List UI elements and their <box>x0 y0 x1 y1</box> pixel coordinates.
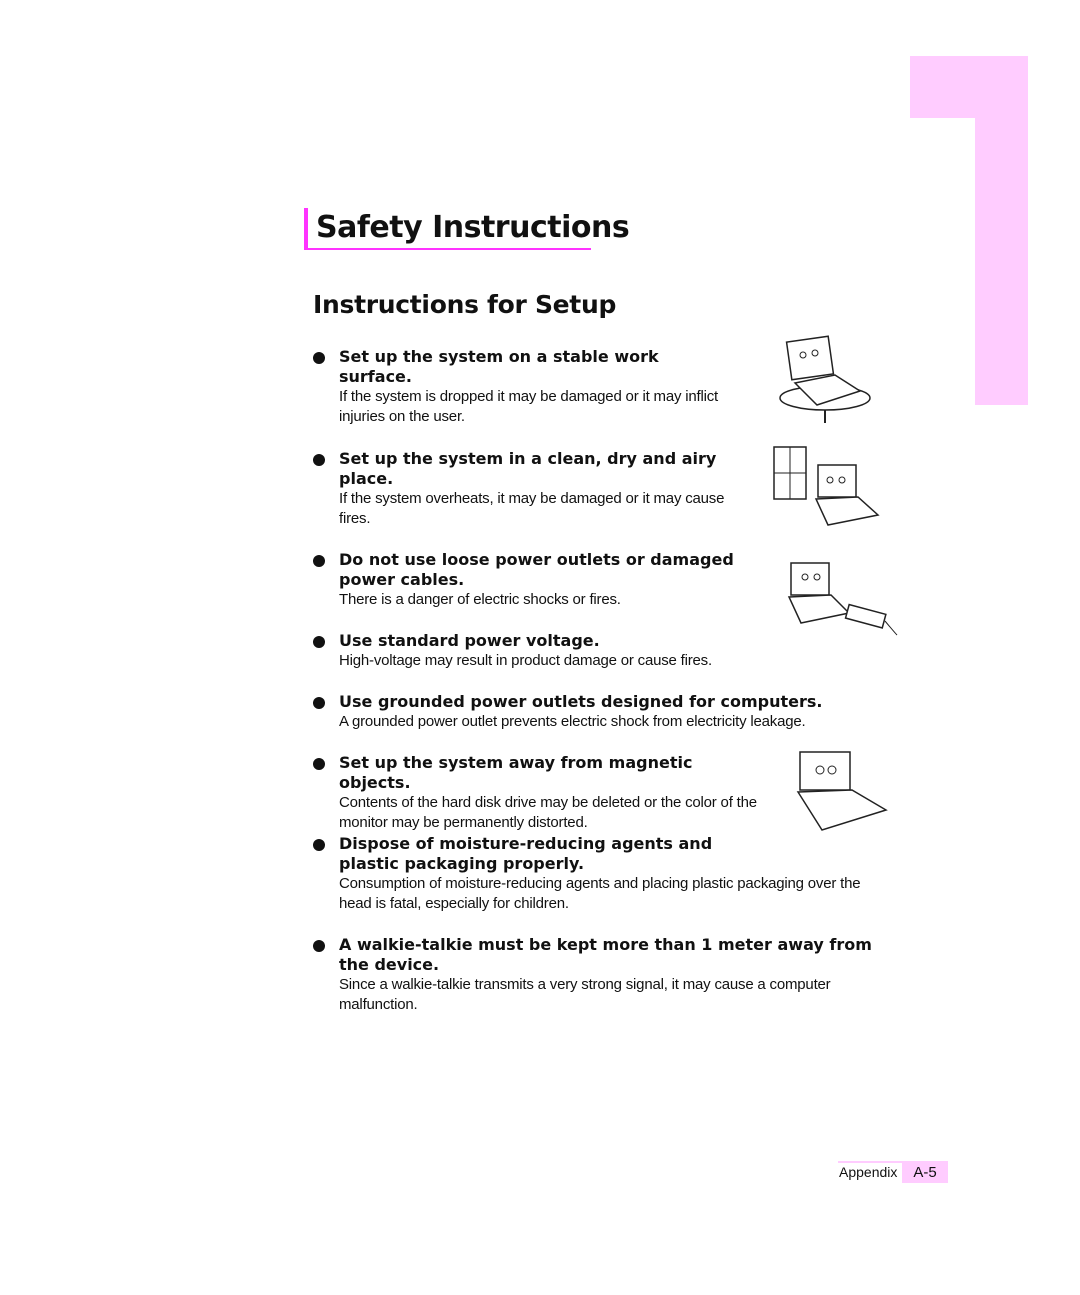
bullet-icon <box>313 839 325 851</box>
footer-section: Appendix <box>839 1164 898 1180</box>
instruction-item: Set up the system on a stable work surfa… <box>313 347 733 427</box>
laptop-magnet-icon <box>796 751 888 831</box>
bullet-icon <box>313 454 325 466</box>
page-title: Safety Instructions <box>304 208 630 250</box>
bullet-icon <box>313 758 325 770</box>
laptop-power-strip-icon <box>787 562 898 636</box>
instruction-item: Use standard power voltage. High-voltage… <box>313 631 813 671</box>
bullet-icon <box>313 352 325 364</box>
laptop-window-icon <box>773 446 880 526</box>
page-number: A-5 <box>902 1162 948 1183</box>
chapter-tab-side <box>975 118 1028 405</box>
instruction-item: Set up the system in a clean, dry and ai… <box>313 449 753 529</box>
laptop-falling-icon <box>779 335 871 423</box>
bullet-icon <box>313 697 325 709</box>
bullet-icon <box>313 636 325 648</box>
instruction-item: Do not use loose power outlets or damage… <box>313 550 773 610</box>
section-heading: Instructions for Setup <box>313 290 617 319</box>
instruction-item: Dispose of moisture-reducing agents and … <box>313 834 861 914</box>
bullet-icon <box>313 555 325 567</box>
bullet-icon <box>313 940 325 952</box>
chapter-tab <box>910 56 1028 118</box>
instruction-item: Set up the system away from magnetic obj… <box>313 753 763 833</box>
instruction-item: Use grounded power outlets designed for … <box>313 692 873 732</box>
instruction-item: A walkie-talkie must be kept more than 1… <box>313 935 883 1015</box>
